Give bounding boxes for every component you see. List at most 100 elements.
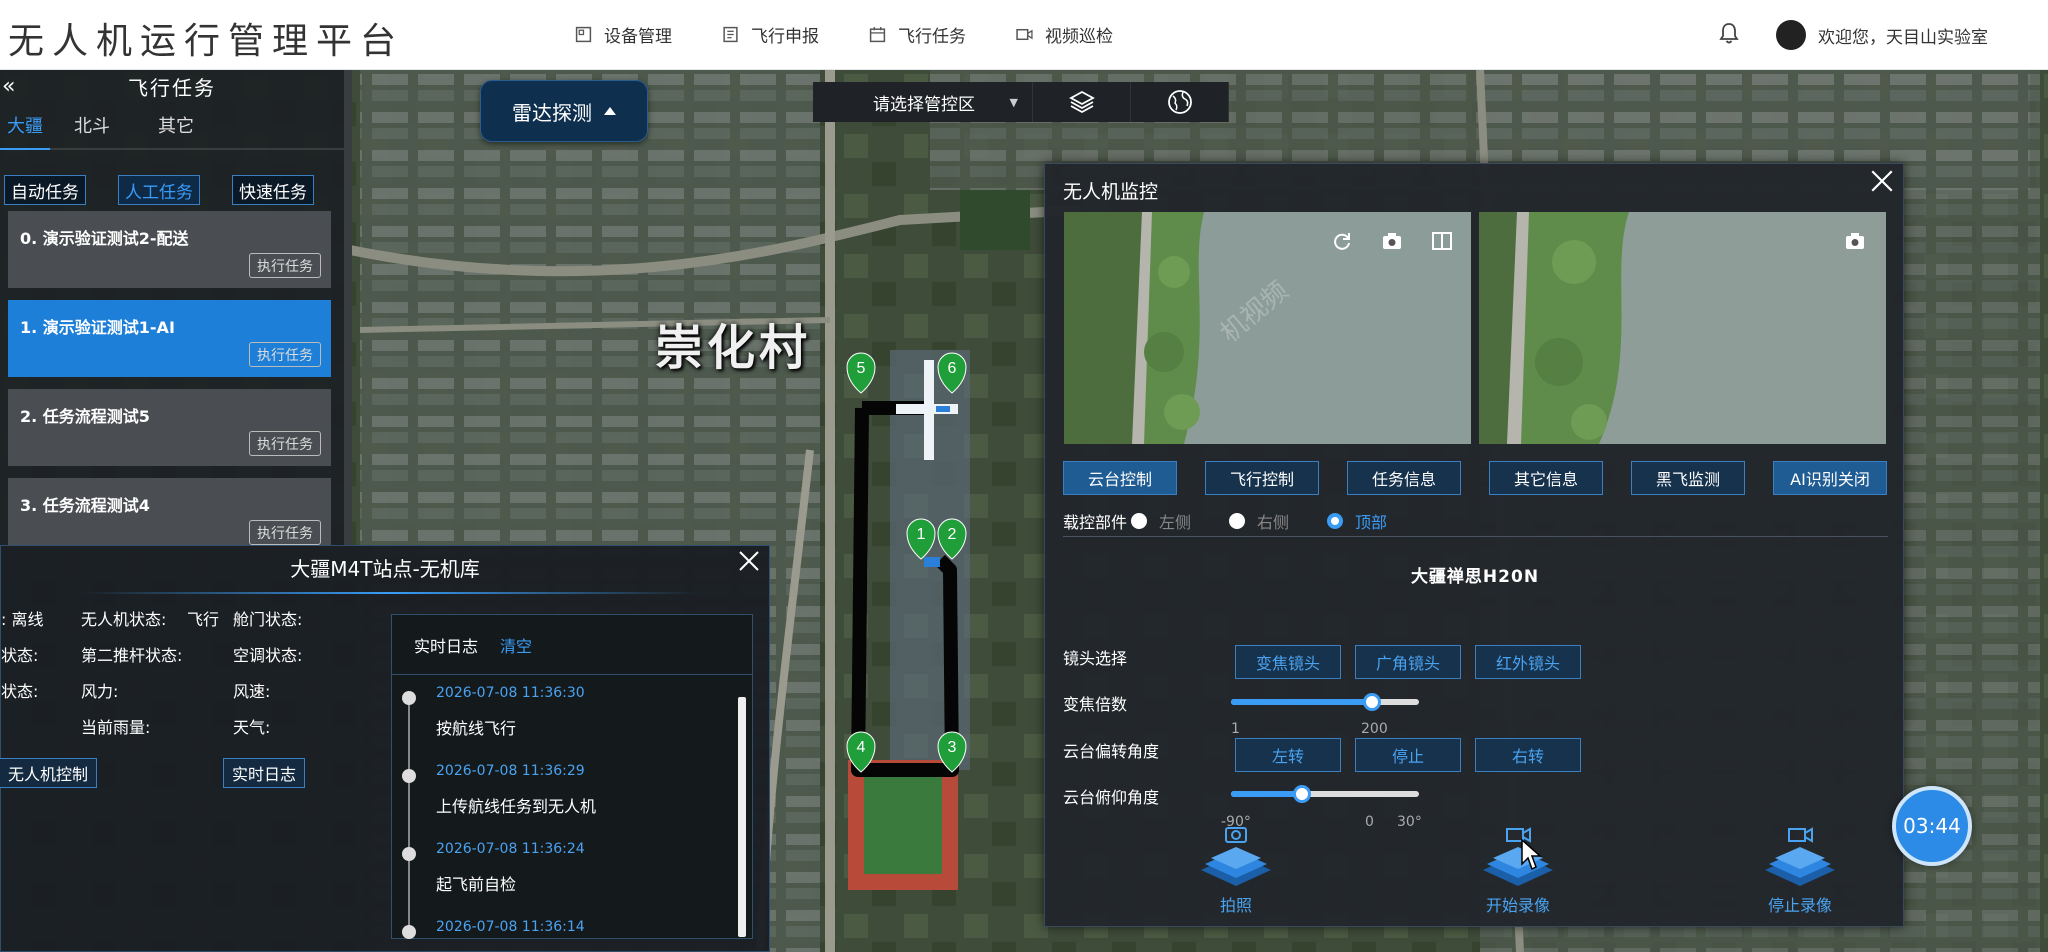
task-item[interactable]: 1. 演示验证测试1-AI 执行任务 [8,300,331,377]
nav-video-inspection[interactable]: 视频巡检 [1016,22,1113,47]
radar-detection-button[interactable]: 雷达探测 [480,80,648,142]
log-time: 2026-07-08 11:36:14 [436,919,585,935]
tab-beidou[interactable]: 北斗 [50,112,134,138]
wind-force-label: 风力: [81,682,119,701]
region-select[interactable]: 请选择管控区 ▼ [813,82,1033,122]
start-recording-button[interactable]: 开始录像 [1473,824,1563,916]
timeline-dot [402,847,416,861]
tab-other[interactable]: 其它 [134,112,218,138]
manual-task-button[interactable]: 人工任务 [118,175,200,205]
main-nav: 设备管理 飞行申报 飞行任务 视频巡检 [575,0,1163,68]
video-feed-secondary[interactable] [1479,212,1886,444]
payload-label: 载控部件 [1063,513,1128,532]
title-divider [81,592,701,594]
task-name: 3. 任务流程测试4 [20,496,150,515]
stop-rotation-button[interactable]: 停止 [1355,738,1461,772]
svg-text:1: 1 [917,526,926,543]
close-icon[interactable] [1869,168,1895,194]
avatar[interactable] [1776,20,1806,50]
nav-device-management[interactable]: 设备管理 [575,22,672,47]
tab-realtime-log[interactable]: 实时日志 [414,633,478,657]
drone-status-label: 无人机状态: [81,610,167,629]
river-view [1479,212,1886,444]
document-icon [723,26,738,42]
status-text: : [1,610,12,629]
camera-icon[interactable] [1844,230,1866,252]
auto-task-button[interactable]: 自动任务 [4,175,86,205]
log-time: 2026-07-08 11:36:29 [436,763,585,779]
layers-button[interactable] [1033,82,1131,122]
video-icon [1016,28,1033,40]
log-time: 2026-07-08 11:36:30 [436,685,585,701]
bell-icon[interactable] [1718,21,1740,45]
refresh-icon[interactable] [1331,230,1353,252]
close-icon[interactable] [737,549,761,573]
nav-flight-task[interactable]: 飞行任务 [869,22,966,47]
yaw-label: 云台偏转角度 [1063,742,1160,761]
slider-knob[interactable] [1293,785,1311,803]
take-photo-label: 拍照 [1219,896,1252,915]
svg-text:6: 6 [948,360,957,377]
execute-task-button[interactable]: 执行任务 [249,342,321,367]
wide-lens-button[interactable]: 广角镜头 [1355,645,1461,679]
execute-task-button[interactable]: 执行任务 [249,520,321,545]
split-view-icon[interactable] [1431,230,1453,252]
radio-dot [1229,513,1246,529]
station-panel: 大疆M4T站点-无机库 : 离线 无人机状态: 飞行 舱门状态: 状态: 第二推… [0,545,770,952]
rotate-left-button[interactable]: 左转 [1235,738,1341,772]
infrared-lens-button[interactable]: 红外镜头 [1475,645,1581,679]
zoom-slider[interactable] [1231,693,1419,711]
execute-task-button[interactable]: 执行任务 [249,431,321,456]
slider-knob[interactable] [1363,693,1381,711]
task-item[interactable]: 2. 任务流程测试5 执行任务 [8,389,331,466]
payload-top-radio[interactable]: 顶部 [1327,509,1387,533]
status-label: 状态: [1,682,39,701]
log-scrollbar[interactable] [738,697,746,937]
clear-log-button[interactable]: 清空 [500,633,532,657]
rotate-right-button[interactable]: 右转 [1475,738,1581,772]
other-info-tab[interactable]: 其它信息 [1489,461,1603,495]
ai-recognition-toggle[interactable]: AI识别关闭 [1773,461,1887,495]
task-item[interactable]: 3. 任务流程测试4 执行任务 [8,478,331,555]
flight-control-tab[interactable]: 飞行控制 [1205,461,1319,495]
payload-right-radio[interactable]: 右侧 [1229,509,1289,533]
task-info-tab[interactable]: 任务信息 [1347,461,1461,495]
function-tabs: 云台控制 飞行控制 任务信息 其它信息 黑飞监测 AI识别关闭 [1063,461,1887,495]
zoom-max: 200 [1361,721,1388,737]
zoom-lens-button[interactable]: 变焦镜头 [1235,645,1341,679]
take-photo-button[interactable]: 拍照 [1191,824,1281,916]
zoom-min: 1 [1231,721,1240,737]
unauthorized-flight-tab[interactable]: 黑飞监测 [1631,461,1745,495]
stop-recording-button[interactable]: 停止录像 [1755,824,1845,916]
dropdown-icon: ▼ [1009,95,1018,109]
task-name: 1. 演示验证测试1-AI [20,318,175,337]
svg-text:5: 5 [857,360,866,377]
collapse-icon[interactable]: « [0,74,20,99]
execute-task-button[interactable]: 执行任务 [249,253,321,278]
radio-dot [1131,513,1148,529]
nav-flight-declaration[interactable]: 飞行申报 [722,22,819,47]
task-item[interactable]: 0. 演示验证测试2-配送 执行任务 [8,211,331,288]
mouse-pointer-icon [1521,838,1542,871]
pitch-slider[interactable] [1231,785,1419,803]
video-platform-icon [1765,827,1835,886]
log-message: 上传航线任务到无人机 [436,797,597,816]
tab-dji[interactable]: 大疆 [0,112,50,138]
calendar-icon [869,26,886,42]
task-name: 2. 任务流程测试5 [20,407,150,426]
payload-left-radio[interactable]: 左侧 [1131,509,1191,533]
zoom-label: 变焦倍数 [1063,695,1128,714]
flight-timer[interactable]: 03:44 [1892,786,1972,866]
globe-button[interactable] [1131,82,1229,122]
hatch-status-label: 舱门状态: [233,610,303,629]
radar-button-label: 雷达探测 [512,100,592,125]
camera-icon[interactable] [1381,230,1403,252]
drone-control-button[interactable]: 无人机控制 [0,758,98,788]
start-recording-label: 开始录像 [1485,896,1550,915]
video-feed-main[interactable]: 机视频 [1064,212,1471,444]
gimbal-control-tab[interactable]: 云台控制 [1063,461,1177,495]
realtime-log-button[interactable]: 实时日志 [223,758,306,788]
svg-text:4: 4 [857,739,866,756]
tab-underline [0,148,50,150]
quick-task-button[interactable]: 快速任务 [232,175,314,205]
